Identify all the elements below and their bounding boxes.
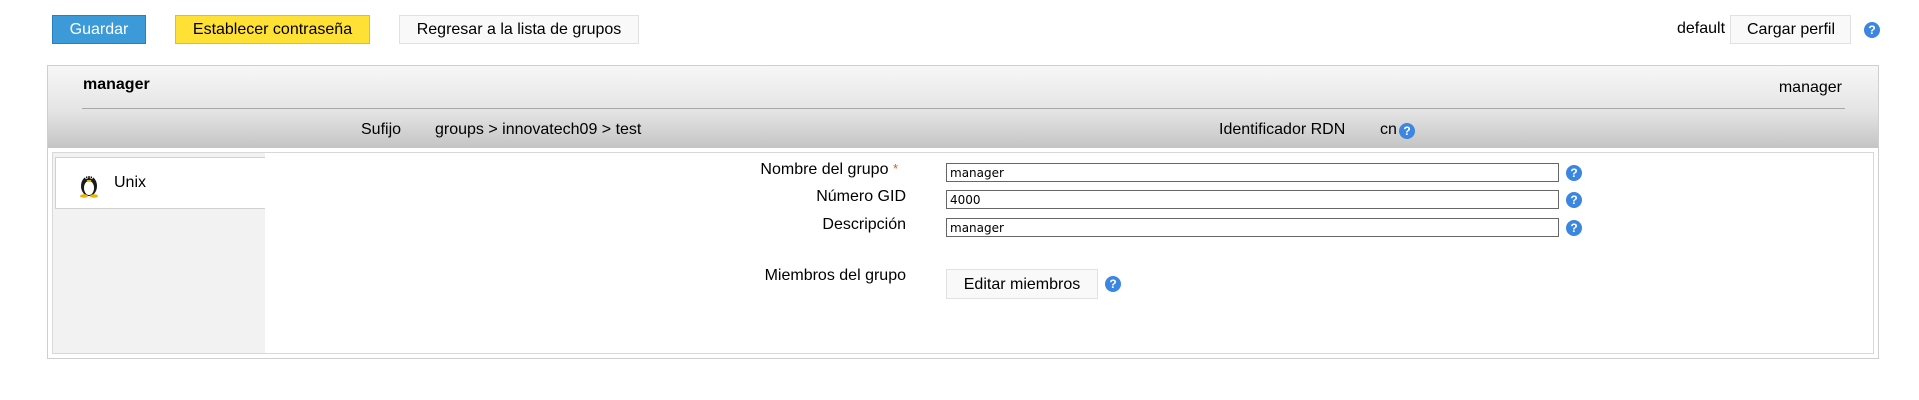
description-label: Descripción: [822, 216, 906, 233]
content-area: [52, 152, 1874, 354]
group-name-label: Nombre del grupo *: [760, 161, 898, 178]
tux-icon: [78, 170, 100, 198]
page-title: manager: [83, 76, 150, 93]
tab-unix-label: Unix: [114, 174, 147, 191]
account-header: [48, 66, 1878, 148]
gid-help-icon[interactable]: ?: [1566, 192, 1582, 208]
rdn-label: Identificador RDN: [1219, 121, 1346, 138]
description-field[interactable]: [946, 218, 1559, 237]
header-divider: [82, 108, 1845, 109]
edit-members-button[interactable]: Editar miembros: [946, 269, 1098, 299]
set-password-button[interactable]: Establecer contraseña: [175, 15, 370, 44]
gid-label: Número GID: [816, 188, 906, 205]
description-help-icon[interactable]: ?: [1566, 220, 1582, 236]
gid-field[interactable]: [946, 190, 1559, 209]
rdn-value[interactable]: cn: [1380, 121, 1397, 139]
header-title-right: manager: [1778, 79, 1842, 96]
members-help-icon[interactable]: ?: [1105, 276, 1121, 292]
suffix-label: Sufijo: [361, 121, 402, 138]
suffix-breadcrumb[interactable]: groups > innovatech09 > test: [435, 121, 641, 139]
rdn-help-icon[interactable]: ?: [1399, 123, 1415, 139]
load-profile-button[interactable]: Cargar perfil: [1730, 15, 1851, 44]
back-to-groups-button[interactable]: Regresar a la lista de grupos: [399, 15, 639, 44]
required-mark: *: [892, 161, 898, 176]
group-name-help-icon[interactable]: ?: [1566, 165, 1582, 181]
profile-name: default: [1677, 20, 1726, 37]
group-name-field[interactable]: [946, 163, 1559, 182]
tab-unix[interactable]: Unix: [55, 157, 265, 209]
help-icon[interactable]: ?: [1864, 22, 1880, 38]
members-label: Miembros del grupo: [764, 267, 906, 284]
save-button[interactable]: Guardar: [52, 15, 146, 44]
